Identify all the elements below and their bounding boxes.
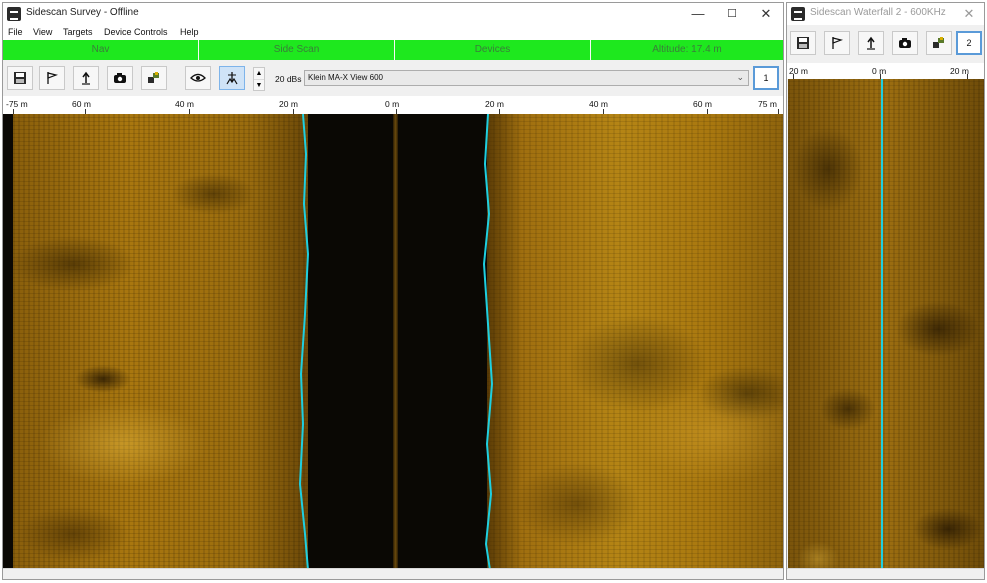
sidescan-survey-window: Sidescan Survey - Offline — ☐ ✕ File Vie… xyxy=(2,2,784,580)
waterfall-range-scale: 20 m 0 m 20 m xyxy=(787,63,984,79)
target-button[interactable] xyxy=(926,31,952,55)
waterfall-icon xyxy=(226,72,238,85)
menu-bar: File View Targets Device Controls Help xyxy=(3,25,783,40)
waterfall-center-track xyxy=(881,79,883,570)
waterfall-close-button[interactable]: ✕ xyxy=(952,3,984,25)
snapshot-button[interactable] xyxy=(892,31,918,55)
tab-nav[interactable]: Nav xyxy=(3,40,199,60)
channel-1-button[interactable]: 1 xyxy=(753,66,779,90)
save-icon xyxy=(14,72,26,84)
camera-icon xyxy=(899,38,911,48)
upload-arrow-icon xyxy=(867,36,875,50)
status-tab-bar: Nav Side Scan Devices Altitude: 17.4 m xyxy=(3,40,783,60)
device-select[interactable]: Klein MA-X View 600 ⌄ xyxy=(304,70,749,86)
scale-label: 20 m xyxy=(279,99,298,109)
upload-button[interactable] xyxy=(858,31,884,55)
app-icon xyxy=(791,7,805,21)
scale-label: 0 m xyxy=(385,99,400,109)
upload-button[interactable] xyxy=(73,66,99,90)
scale-label: 60 m xyxy=(693,99,712,109)
sidescan-display[interactable] xyxy=(3,114,783,570)
gain-up-icon[interactable]: ▲ xyxy=(254,68,264,80)
waterfall-toolbar: 2 xyxy=(787,27,984,61)
snapshot-button[interactable] xyxy=(107,66,133,90)
save-button[interactable] xyxy=(790,31,816,55)
gain-down-icon[interactable]: ▼ xyxy=(254,80,264,91)
main-toolbar: ▲ ▼ 20 dBs Klein MA-X View 600 ⌄ 1 xyxy=(3,62,783,96)
close-button[interactable]: ✕ xyxy=(749,3,783,25)
waterfall-title-bar[interactable]: Sidescan Waterfall 2 - 600KHz ✕ xyxy=(787,3,984,25)
menu-targets[interactable]: Targets xyxy=(63,27,93,37)
altitude-readout: Altitude: 17.4 m xyxy=(652,44,722,55)
app-icon xyxy=(7,7,21,21)
scale-label: 40 m xyxy=(175,99,194,109)
flag-icon xyxy=(47,72,59,84)
eye-icon xyxy=(190,73,206,82)
window-title: Sidescan Survey - Offline xyxy=(26,7,139,18)
minimize-button[interactable]: — xyxy=(681,3,715,25)
maximize-button[interactable]: ☐ xyxy=(715,3,749,25)
gain-value: 20 dBs xyxy=(275,74,302,84)
camera-icon xyxy=(114,73,126,83)
target-button[interactable] xyxy=(141,66,167,90)
starboard-bottom-track-line xyxy=(482,114,494,570)
save-icon xyxy=(797,37,809,49)
scale-label: 75 m xyxy=(758,99,777,109)
flag-button[interactable] xyxy=(39,66,65,90)
target-icon xyxy=(148,72,159,83)
waterfall-status-bar xyxy=(787,568,984,579)
scale-label: -75 m xyxy=(6,99,28,109)
view-toggle-button[interactable] xyxy=(185,66,211,90)
device-select-value: Klein MA-X View 600 xyxy=(308,73,383,82)
scale-label: 20 m xyxy=(485,99,504,109)
gain-stepper[interactable]: ▲ ▼ xyxy=(253,67,265,91)
bottom-track-overlay xyxy=(298,114,494,570)
sidescan-waterfall-window: Sidescan Waterfall 2 - 600KHz ✕ 2 20 m 0… xyxy=(786,2,985,580)
flag-button[interactable] xyxy=(824,31,850,55)
menu-file[interactable]: File xyxy=(8,27,23,37)
status-bar xyxy=(3,568,783,579)
channel-2-button[interactable]: 2 xyxy=(956,31,982,55)
flag-icon xyxy=(832,37,844,49)
menu-view[interactable]: View xyxy=(33,27,52,37)
tab-devices[interactable]: Devices xyxy=(395,40,591,60)
save-button[interactable] xyxy=(7,66,33,90)
port-bottom-track-line xyxy=(298,114,310,570)
waterfall-window-title: Sidescan Waterfall 2 - 600KHz xyxy=(810,7,946,18)
scale-label: 60 m xyxy=(72,99,91,109)
main-title-bar[interactable]: Sidescan Survey - Offline — ☐ ✕ xyxy=(3,3,783,25)
menu-help[interactable]: Help xyxy=(180,27,199,37)
menu-device-controls[interactable]: Device Controls xyxy=(104,27,168,37)
waterfall-mode-button[interactable] xyxy=(219,66,245,90)
tab-side-scan[interactable]: Side Scan xyxy=(199,40,395,60)
scale-label: 20 m xyxy=(789,66,808,76)
waterfall-display[interactable] xyxy=(788,79,984,570)
chevron-down-icon: ⌄ xyxy=(736,72,744,82)
range-scale: -75 m 60 m 40 m 20 m 0 m 20 m 40 m 60 m … xyxy=(3,96,783,114)
scale-label: 40 m xyxy=(589,99,608,109)
target-icon xyxy=(933,37,944,48)
upload-arrow-icon xyxy=(82,71,90,85)
